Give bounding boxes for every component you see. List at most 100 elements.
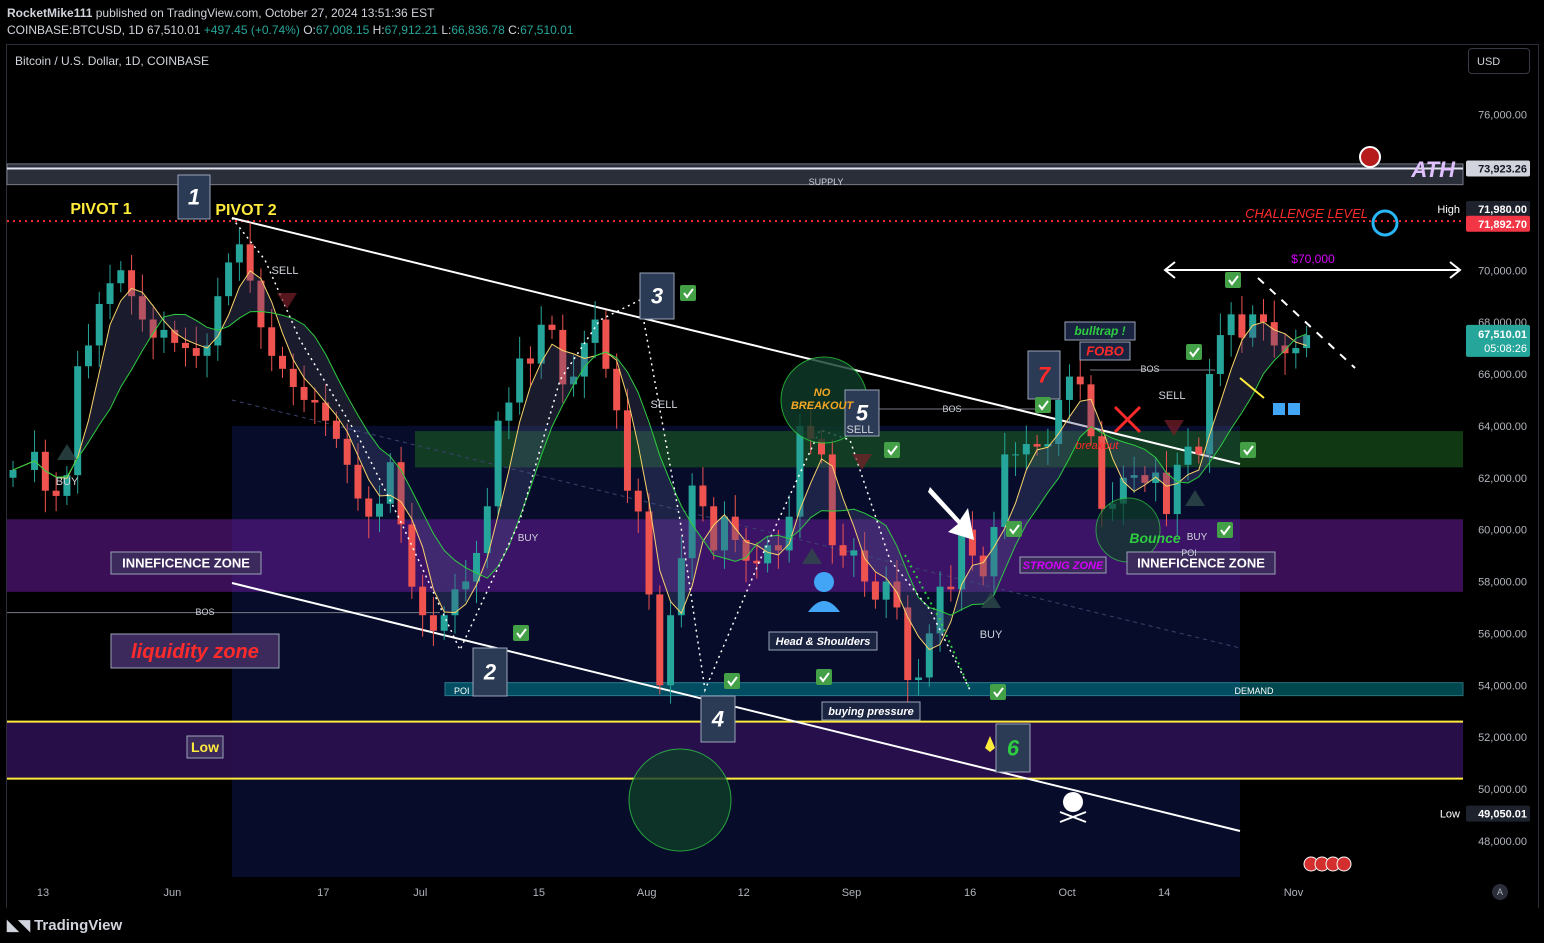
number-6: 6 <box>1007 736 1020 761</box>
candle-body <box>1012 454 1020 456</box>
candle-body <box>1022 444 1030 455</box>
auto-scale-button[interactable]: A <box>1492 884 1508 900</box>
candle-body <box>1259 314 1267 323</box>
demand-label: DEMAND <box>1234 686 1274 696</box>
candle-body <box>160 329 168 338</box>
buy-label-3: BUY <box>980 629 1003 641</box>
pivot2-label: PIVOT 2 <box>215 202 276 219</box>
liquidity-circle <box>628 748 732 852</box>
candle-body <box>548 324 556 330</box>
candle-body <box>311 399 319 403</box>
candle-body <box>225 262 233 297</box>
low-box-label: Low <box>191 739 219 755</box>
head-shoulders-label: Head & Shoulders <box>776 636 871 648</box>
y-tick-label: 54,000.00 <box>1478 680 1527 692</box>
number-4: 4 <box>711 707 724 732</box>
candle-body <box>84 345 92 367</box>
candle-body <box>268 327 276 356</box>
candle-body <box>332 420 340 439</box>
number-2: 2 <box>483 660 497 685</box>
x-tick-label: Nov <box>1284 887 1304 899</box>
candle-body <box>9 469 17 478</box>
person-icon <box>814 572 834 592</box>
sell-label-3: SELL <box>847 424 874 436</box>
no-breakout-label-1: NO <box>814 387 831 399</box>
buy-triangle <box>57 444 77 460</box>
strong-zone-label: STRONG ZONE <box>1023 560 1104 572</box>
candle-body <box>106 283 114 304</box>
candle-body <box>192 348 200 356</box>
candle-body <box>516 358 524 403</box>
candle-body <box>667 615 675 686</box>
y-tick-label: 50,000.00 <box>1478 784 1527 796</box>
liquidity-zone-label: liquidity zone <box>131 641 259 663</box>
supply-zone <box>6 163 1464 186</box>
number-7: 7 <box>1038 363 1052 388</box>
candle-body <box>289 368 297 387</box>
x-tick-label: Jun <box>163 887 181 899</box>
challenge-price-tag: 71,892.70 <box>1478 219 1527 231</box>
checkmark-icon <box>1035 397 1051 413</box>
last-price-tag: 67,510.01 <box>1478 329 1527 341</box>
candle-body <box>419 586 427 616</box>
candle-body <box>279 355 286 369</box>
buy-label-2: BUY <box>518 533 539 544</box>
candle-body <box>300 386 308 400</box>
bos-label-right: BOS <box>1140 364 1159 374</box>
y-tick-label: 64,000.00 <box>1478 421 1527 433</box>
demand-zone <box>444 682 1464 697</box>
x-tick-label: 16 <box>964 887 976 899</box>
candle-body <box>645 511 653 595</box>
checkmark-icon <box>1240 442 1256 458</box>
candle-body <box>623 410 631 491</box>
currency-button[interactable]: USD <box>1468 48 1530 74</box>
green-zone <box>415 431 1463 468</box>
x-tick-label: 15 <box>533 887 545 899</box>
candle-body <box>850 550 858 556</box>
footer <box>0 908 1544 943</box>
candle-body <box>656 594 664 686</box>
target-icon <box>1359 146 1381 168</box>
blue-up-badge-2 <box>1288 403 1300 415</box>
sell-triangle <box>277 293 297 309</box>
x-tick-label: Oct <box>1059 887 1076 899</box>
x-tick-label: Aug <box>637 887 657 899</box>
candle-body <box>117 270 125 284</box>
candle-body <box>915 677 923 681</box>
candle-body <box>408 524 416 587</box>
candle-body <box>1173 464 1181 515</box>
candle-body <box>376 503 384 517</box>
chart-title: Bitcoin / U.S. Dollar, 1D, COINBASE <box>15 54 210 68</box>
target-label: $70,000 <box>1291 252 1335 266</box>
candle-body <box>181 342 189 349</box>
y-tick-label: 70,000.00 <box>1478 265 1527 277</box>
x-tick-label: 12 <box>738 887 750 899</box>
candle-body <box>947 586 955 590</box>
checkmark-icon <box>816 669 832 685</box>
bounce-label: Bounce <box>1129 530 1181 546</box>
checkmark-icon <box>724 673 740 689</box>
candle-body <box>526 358 534 364</box>
checkmark-icon <box>1006 521 1022 537</box>
x-tick-label: Jul <box>413 887 427 899</box>
low-tag-label: Low <box>1440 809 1460 821</box>
candle-body <box>505 402 513 421</box>
challenge-level-label: CHALLENGE LEVEL <box>1245 206 1368 221</box>
poi-label-right: POI <box>1181 548 1197 558</box>
y-tick-label: 56,000.00 <box>1478 628 1527 640</box>
tradingview-logo[interactable]: ◣◥ TradingView <box>7 916 122 934</box>
candle-body <box>839 545 847 556</box>
y-tick-label: 76,000.00 <box>1478 110 1527 122</box>
y-tick-label: 52,000.00 <box>1478 732 1527 744</box>
x-tick-label: 14 <box>1158 887 1170 899</box>
buy-label-1: BUY <box>56 476 79 488</box>
y-tick-label: 48,000.00 <box>1478 836 1527 848</box>
candle-body <box>235 244 243 263</box>
ath-price-tag: 73,923.26 <box>1478 163 1527 175</box>
y-tick-label: 62,000.00 <box>1478 473 1527 485</box>
chart-canvas[interactable]: 48,000.00 50,000.00 52,000.00 54,000.00 56,0… <box>0 0 1544 943</box>
fobo-label: FOBO <box>1086 344 1124 359</box>
number-3: 3 <box>651 284 663 309</box>
bos-label-mid: BOS <box>942 404 961 414</box>
checkmark-icon <box>990 684 1006 700</box>
